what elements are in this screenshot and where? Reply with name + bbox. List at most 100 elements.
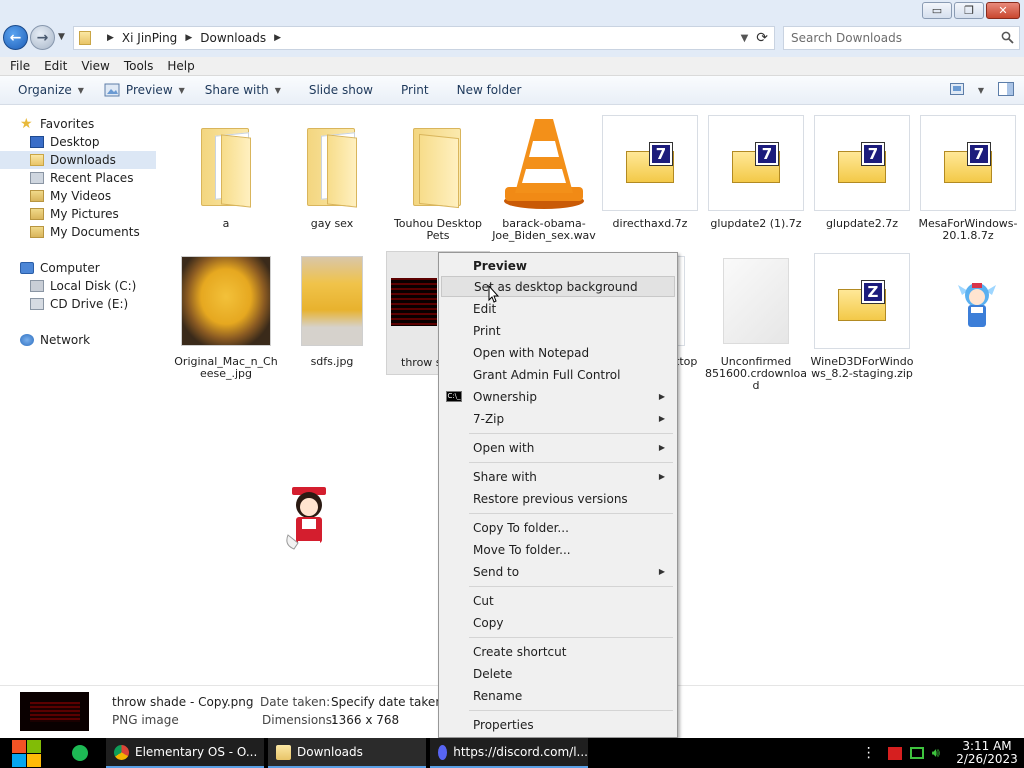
menu-view[interactable]: View [74, 59, 116, 73]
view-options-chevron-icon[interactable]: ▼ [978, 86, 984, 95]
menu-separator [469, 433, 673, 434]
file-item-directhaxd[interactable]: 7 directhaxd.7z [598, 113, 702, 243]
taskbar-item-discord[interactable]: https://discord.com/l... [430, 738, 588, 768]
file-item-mesa[interactable]: 7 MesaForWindows-20.1.8.7z [916, 113, 1020, 243]
cirno-pet-sprite[interactable] [956, 277, 998, 333]
overflow-menu-icon[interactable]: ⋮ [862, 745, 876, 761]
address-bar[interactable]: ▶ Xi JinPing ▶ Downloads ▶ ▼ ⟳ [73, 26, 775, 50]
taskbar-item-chrome[interactable]: Elementary OS - O... [106, 738, 264, 768]
sidebar-item-my-pictures[interactable]: My Pictures [30, 205, 119, 223]
close-button[interactable]: ✕ [986, 2, 1020, 19]
sidebar-computer[interactable]: Computer [20, 259, 100, 277]
submenu-arrow-icon: ▶ [658, 472, 665, 481]
refresh-icon[interactable]: ⟳ [756, 30, 768, 46]
file-item-folder-gay-sex[interactable]: gay sex [280, 113, 384, 243]
volume-icon[interactable]: 🔊︎ [932, 746, 940, 761]
file-item-wined3d[interactable]: Z WineD3DForWindows_8.2-staging.zip [810, 251, 914, 391]
organize-button[interactable]: Organize ▼ [0, 76, 94, 105]
share-with-button[interactable]: Share with ▼ [195, 76, 291, 105]
search-input[interactable]: Search Downloads [783, 26, 1020, 50]
sidebar-item-downloads[interactable]: Downloads [0, 151, 156, 169]
menu-item-restore-versions[interactable]: Restore previous versions [441, 488, 675, 509]
sidebar-network[interactable]: Network [20, 331, 90, 349]
sidebar-favorites[interactable]: ★ Favorites [20, 115, 94, 133]
print-button[interactable]: Print [383, 76, 439, 105]
file-item-glupdate2-1[interactable]: 7 glupdate2 (1).7z [704, 113, 808, 243]
menu-separator [469, 462, 673, 463]
details-date-value[interactable]: Specify date taken [331, 695, 443, 709]
image-thumbnail [301, 256, 363, 346]
file-item-mac-n-cheese[interactable]: Original_Mac_n_Cheese_.jpg [174, 251, 278, 381]
navigation-bar: ← → ▼ ▶ Xi JinPing ▶ Downloads ▶ ▼ ⟳ Sea… [0, 22, 1024, 57]
menu-item-print[interactable]: Print [441, 320, 675, 341]
maximize-button[interactable]: ❐ [954, 2, 984, 19]
arrow-left-icon: ← [9, 29, 22, 46]
menu-tools[interactable]: Tools [117, 59, 161, 73]
flag-icon[interactable] [887, 746, 902, 760]
address-dropdown-icon[interactable]: ▼ [741, 33, 749, 44]
clock[interactable]: 3:11 AM 2/26/2023 [950, 740, 1024, 766]
preview-button[interactable]: Preview ▼ [94, 76, 195, 105]
chevron-right-icon[interactable]: ▶ [107, 33, 114, 43]
network-icon [20, 334, 34, 346]
menu-item-7zip[interactable]: 7-Zip ▶ [441, 408, 675, 429]
reimu-pet-sprite[interactable] [284, 485, 334, 557]
menu-item-properties[interactable]: Properties [441, 714, 675, 735]
details-type: PNG image [112, 713, 179, 727]
sidebar-item-my-videos[interactable]: My Videos [30, 187, 111, 205]
recent-pages-dropdown[interactable]: ▼ [58, 32, 65, 42]
menu-item-grant-admin[interactable]: Grant Admin Full Control [441, 364, 675, 385]
file-item-folder-a[interactable]: a [174, 113, 278, 243]
preview-pane-icon[interactable] [998, 82, 1014, 99]
minimize-button[interactable]: ▭ [922, 2, 952, 19]
file-item-wav[interactable]: barack-obama-Joe_Biden_sex.wav [492, 113, 596, 253]
share-with-label: Share with [204, 83, 269, 97]
sidebar-item-cd-drive[interactable]: CD Drive (E:) [30, 295, 128, 313]
menu-item-open-with[interactable]: Open with ▶ [441, 437, 675, 458]
menu-item-set-desktop-background[interactable]: Set as desktop background [441, 276, 675, 303]
sidebar-item-my-documents[interactable]: My Documents [30, 223, 140, 241]
sidebar-item-desktop[interactable]: Desktop [30, 133, 100, 151]
menu-help[interactable]: Help [160, 59, 201, 73]
menu-item-send-to[interactable]: Send to ▶ [441, 561, 675, 582]
taskbar-item-explorer[interactable]: Downloads [268, 738, 426, 768]
menu-item-delete[interactable]: Delete [441, 663, 675, 684]
breadcrumb-user[interactable]: Xi JinPing [122, 31, 177, 45]
new-folder-button[interactable]: New folder [439, 76, 532, 105]
menu-item-cut[interactable]: Cut [441, 590, 675, 611]
file-item-unconfirmed[interactable]: Unconfirmed 851600.crdownload [704, 251, 808, 392]
menu-item-copy-to-folder[interactable]: Copy To folder... [441, 517, 675, 538]
menu-item-edit[interactable]: Edit [441, 298, 675, 319]
menu-item-copy[interactable]: Copy [441, 612, 675, 633]
forward-button[interactable]: → [30, 25, 55, 50]
folder-icon [276, 744, 291, 760]
file-item-folder-touhou[interactable]: Touhou Desktop Pets [386, 113, 490, 243]
slide-show-button[interactable]: Slide show [291, 76, 383, 105]
menu-file[interactable]: File [3, 59, 37, 73]
file-item-glupdate2[interactable]: 7 glupdate2.7z [810, 113, 914, 243]
change-view-icon[interactable] [949, 83, 964, 98]
network-tray-icon[interactable] [909, 747, 924, 759]
menu-item-ownership[interactable]: C:\_ Ownership ▶ [441, 386, 675, 407]
menu-item-preview[interactable]: Preview [441, 255, 675, 276]
file-item-sdfs[interactable]: sdfs.jpg [280, 251, 384, 381]
search-icon[interactable] [1001, 31, 1014, 44]
menu-item-open-with-notepad[interactable]: Open with Notepad [441, 342, 675, 363]
pinned-app-icon[interactable] [72, 745, 88, 761]
menu-item-label: Share with [473, 469, 537, 484]
menu-item-share-with[interactable]: Share with ▶ [441, 466, 675, 487]
menu-edit[interactable]: Edit [37, 59, 74, 73]
chevron-right-icon[interactable]: ▶ [185, 33, 192, 43]
back-button[interactable]: ← [3, 25, 28, 50]
start-button[interactable] [10, 738, 43, 768]
menu-item-move-to-folder[interactable]: Move To folder... [441, 539, 675, 560]
sidebar-item-local-disk[interactable]: Local Disk (C:) [30, 277, 136, 295]
details-dimensions-label: Dimensions: [262, 713, 337, 727]
cd-drive-icon [30, 298, 44, 310]
sidebar-item-recent-places[interactable]: Recent Places [30, 169, 133, 187]
menu-item-create-shortcut[interactable]: Create shortcut [441, 641, 675, 662]
menu-item-rename[interactable]: Rename [441, 685, 675, 706]
7zip-archive-icon: 7 [626, 142, 674, 183]
chevron-right-icon[interactable]: ▶ [274, 33, 281, 43]
breadcrumb-downloads[interactable]: Downloads [200, 31, 266, 45]
